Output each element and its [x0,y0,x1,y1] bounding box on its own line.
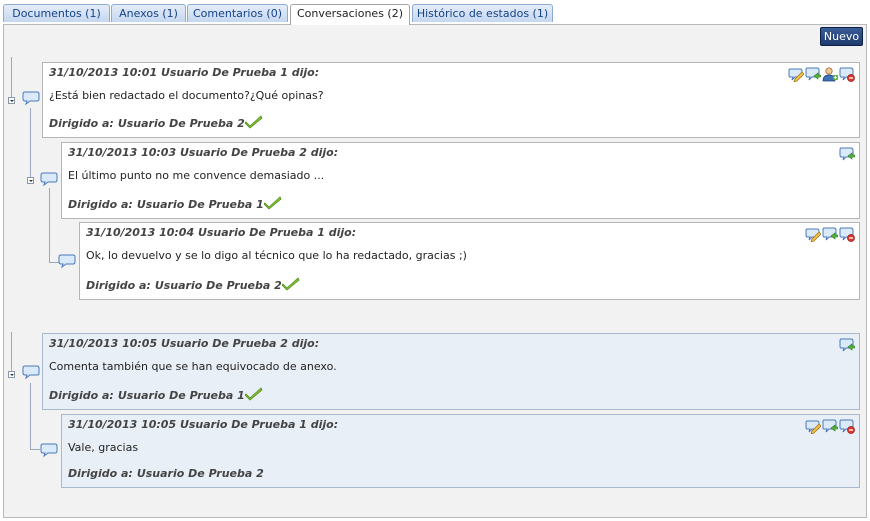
message-header: 31/10/2013 10:01 Usuario De Prueba 1 dij… [49,66,320,79]
tab-comentarios[interactable]: Comentarios (0) [187,4,288,22]
add-recipient-icon[interactable] [822,66,838,82]
message-recipient: Dirigido a: Usuario De Prueba 2 [68,467,264,480]
recipient-name: Usuario De Prueba 2 [154,279,282,292]
recipient-name: Usuario De Prueba 2 [136,467,264,480]
tree-line [11,332,12,372]
edit-comment-icon[interactable] [788,66,804,82]
message-recipient: Dirigido a: Usuario De Prueba 1 [68,196,282,211]
message-body: El último punto no me convence demasiado… [68,169,325,182]
recipient-name: Usuario De Prueba 1 [136,198,264,211]
message-body: ¿Está bien redactado el documento?¿Qué o… [49,89,324,102]
reply-comment-icon[interactable] [805,66,821,82]
speech-bubble-icon [22,91,40,106]
speech-bubble-icon [58,254,76,269]
directed-label: Dirigido a: [49,117,114,130]
message-actions [839,337,855,353]
delete-comment-icon[interactable] [839,66,855,82]
tree-line [30,383,31,449]
recipient-name: Usuario De Prueba 2 [117,117,245,130]
message-recipient: Dirigido a: Usuario De Prueba 1 [49,387,263,402]
directed-label: Dirigido a: [68,198,133,211]
reply-comment-icon[interactable] [822,418,838,434]
new-conversation-button[interactable]: Nuevo [820,27,863,46]
message-card: 31/10/2013 10:04 Usuario De Prueba 1 dij… [79,222,860,300]
message-header: 31/10/2013 10:03 Usuario De Prueba 2 dij… [68,146,339,159]
collapse-toggle[interactable] [27,177,34,184]
reply-comment-icon[interactable] [839,146,855,162]
collapse-toggle[interactable] [8,97,15,104]
message-body: Ok, lo devuelvo y se lo digo al técnico … [86,249,467,262]
message-actions [839,146,855,162]
tree-line [30,449,40,450]
message-header: 31/10/2013 10:05 Usuario De Prueba 1 dij… [68,418,339,431]
message-header: 31/10/2013 10:05 Usuario De Prueba 2 dij… [49,337,320,350]
message-body: Vale, gracias [68,441,139,454]
directed-label: Dirigido a: [49,389,114,402]
tab-conversaciones[interactable]: Conversaciones (2) [290,4,410,25]
read-check-icon [264,196,282,210]
collapse-toggle[interactable] [8,371,15,378]
tree-line [30,108,31,182]
directed-label: Dirigido a: [68,467,133,480]
tree-line [49,188,50,262]
reply-comment-icon[interactable] [822,226,838,242]
edit-comment-icon[interactable] [805,418,821,434]
message-header: 31/10/2013 10:04 Usuario De Prueba 1 dij… [86,226,357,239]
tree-line [11,57,12,97]
tab-historico-estados[interactable]: Histórico de estados (1) [412,4,553,22]
message-card: 31/10/2013 10:01 Usuario De Prueba 1 dij… [42,62,860,138]
message-card: 31/10/2013 10:03 Usuario De Prueba 2 dij… [61,142,860,219]
recipient-name: Usuario De Prueba 1 [117,389,245,402]
message-card: 31/10/2013 10:05 Usuario De Prueba 1 dij… [61,414,860,488]
message-recipient: Dirigido a: Usuario De Prueba 2 [86,277,300,292]
tab-anexos[interactable]: Anexos (1) [111,4,186,22]
reply-comment-icon[interactable] [839,337,855,353]
speech-bubble-icon [40,443,58,458]
message-actions [805,226,855,242]
read-check-icon [245,387,263,401]
speech-bubble-icon [40,172,58,187]
speech-bubble-icon [22,365,40,380]
message-actions [805,418,855,434]
edit-comment-icon[interactable] [805,226,821,242]
delete-comment-icon[interactable] [839,226,855,242]
delete-comment-icon[interactable] [839,418,855,434]
read-check-icon [245,115,263,129]
message-actions [788,66,855,82]
message-recipient: Dirigido a: Usuario De Prueba 2 [49,115,263,130]
tab-documentos[interactable]: Documentos (1) [3,4,110,22]
message-card: 31/10/2013 10:05 Usuario De Prueba 2 dij… [42,333,860,410]
read-check-icon [282,277,300,291]
message-body: Comenta también que se han equivocado de… [49,360,337,373]
directed-label: Dirigido a: [86,279,151,292]
